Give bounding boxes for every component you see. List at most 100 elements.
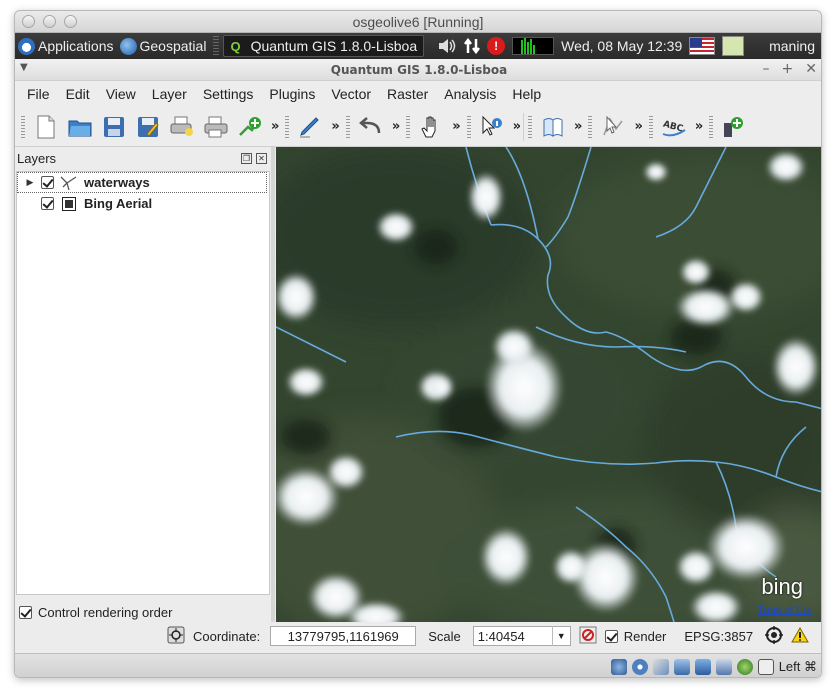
scale-combo[interactable]: 1:40454 ▼ bbox=[472, 626, 571, 646]
menu-raster[interactable]: Raster bbox=[379, 83, 436, 105]
save-project-icon[interactable] bbox=[100, 113, 128, 141]
menu-edit[interactable]: Edit bbox=[58, 83, 98, 105]
taskbar-qgis-button[interactable]: Q Quantum GIS 1.8.0-Lisboa bbox=[223, 35, 425, 57]
coordinate-field[interactable]: 13779795,1161969 bbox=[270, 626, 417, 646]
save-as-icon[interactable] bbox=[134, 113, 162, 141]
toolbar-more-1[interactable]: » bbox=[271, 119, 279, 134]
user-menu[interactable]: maning bbox=[766, 33, 821, 59]
panel-grip bbox=[213, 36, 220, 56]
maximize-icon[interactable]: + bbox=[782, 61, 794, 77]
layer-visibility-checkbox[interactable] bbox=[41, 197, 54, 210]
undo-icon[interactable] bbox=[357, 113, 385, 141]
close-icon[interactable]: ✕ bbox=[805, 61, 817, 77]
crs-status-icon[interactable] bbox=[765, 625, 784, 647]
coordinate-capture-icon[interactable] bbox=[167, 626, 185, 647]
layer-row-bing-aerial[interactable]: Bing Aerial bbox=[17, 193, 269, 214]
minimize-icon[interactable]: – bbox=[763, 61, 770, 77]
clock[interactable]: Wed, 08 May 12:39 bbox=[558, 33, 685, 59]
identify-icon[interactable] bbox=[478, 113, 506, 141]
toolbar-grip[interactable] bbox=[528, 115, 533, 138]
chevron-down-icon[interactable]: ▼ bbox=[551, 626, 570, 646]
menu-file[interactable]: File bbox=[19, 83, 58, 105]
toolbar-grip[interactable] bbox=[21, 115, 25, 138]
optical-drive-icon[interactable] bbox=[631, 658, 648, 675]
toolbar-more-7[interactable]: » bbox=[634, 119, 642, 134]
mouse-integration-icon[interactable] bbox=[757, 658, 774, 675]
toolbar-more-5[interactable]: » bbox=[513, 119, 521, 134]
bing-logo: bing bbox=[761, 574, 803, 599]
volume-icon[interactable] bbox=[434, 33, 460, 59]
main-toolbar: » » » » » » » ABC » bbox=[15, 107, 821, 147]
toolbar-grip[interactable] bbox=[588, 115, 593, 138]
virtualization-icon[interactable] bbox=[736, 658, 753, 675]
task-title: Quantum GIS 1.8.0-Lisboa bbox=[250, 38, 418, 54]
toolbar-grip[interactable] bbox=[648, 115, 653, 138]
digitize-node-icon[interactable] bbox=[599, 113, 627, 141]
terms-of-use-link[interactable]: Terms of Use bbox=[757, 605, 811, 616]
scale-value: 1:40454 bbox=[477, 628, 525, 644]
add-feature-plugin-icon[interactable] bbox=[720, 113, 748, 141]
add-layer-icon[interactable] bbox=[236, 113, 264, 141]
menu-layer[interactable]: Layer bbox=[144, 83, 195, 105]
control-rendering-order-checkbox[interactable] bbox=[19, 605, 32, 619]
map-canvas[interactable]: bing Terms of Use bbox=[276, 147, 821, 622]
menu-help[interactable]: Help bbox=[504, 83, 549, 105]
globe-icon bbox=[119, 37, 137, 55]
hard-disk-icon[interactable] bbox=[610, 658, 627, 675]
toolbar-grip[interactable] bbox=[466, 115, 471, 138]
label-abc-icon[interactable]: ABC bbox=[660, 113, 688, 141]
panel-splitter[interactable] bbox=[271, 147, 275, 622]
new-project-icon[interactable] bbox=[32, 113, 60, 141]
geospatial-menu[interactable]: Geospatial bbox=[117, 33, 210, 59]
toolbar-more-3[interactable]: » bbox=[392, 119, 400, 134]
toolbar-more-6[interactable]: » bbox=[574, 119, 582, 134]
print-icon[interactable] bbox=[202, 113, 230, 141]
menu-plugins[interactable]: Plugins bbox=[261, 83, 323, 105]
expand-arrow-icon[interactable]: ▶ bbox=[23, 178, 37, 188]
shared-folders-icon[interactable] bbox=[694, 658, 711, 675]
render-checkbox[interactable] bbox=[604, 629, 618, 643]
qgis-small-icon: Q bbox=[230, 38, 241, 54]
notes-icon[interactable] bbox=[719, 33, 747, 59]
toolbar-more-8[interactable]: » bbox=[695, 119, 703, 134]
pan-hand-icon[interactable] bbox=[417, 113, 445, 141]
gnome-foot-icon bbox=[18, 37, 35, 55]
top-panel: Applications Geospatial Q Quantum GIS 1.… bbox=[15, 33, 821, 59]
toolbar-grip[interactable] bbox=[345, 115, 350, 138]
open-project-icon[interactable] bbox=[66, 113, 94, 141]
layer-tree[interactable]: ▶ waterways Bing Aerial bbox=[16, 171, 270, 595]
toggle-editing-icon[interactable] bbox=[296, 113, 324, 141]
toolbar-grip[interactable] bbox=[709, 115, 714, 138]
menu-analysis[interactable]: Analysis bbox=[436, 83, 504, 105]
new-print-composer-icon[interactable] bbox=[168, 113, 196, 141]
control-rendering-order-label: Control rendering order bbox=[38, 604, 173, 620]
network-icon[interactable] bbox=[460, 33, 484, 59]
vm-titlebar: osgeolive6 [Running] bbox=[15, 11, 821, 33]
video-capture-icon[interactable] bbox=[715, 658, 732, 675]
close-panel-icon[interactable]: ✕ bbox=[256, 152, 267, 164]
layer-row-waterways[interactable]: ▶ waterways bbox=[17, 172, 267, 193]
menu-vector[interactable]: Vector bbox=[323, 83, 379, 105]
menu-view[interactable]: View bbox=[98, 83, 144, 105]
applications-menu[interactable]: Applications bbox=[15, 33, 117, 59]
epsg-label[interactable]: EPSG:3857 bbox=[684, 629, 753, 644]
toolbar-more-4[interactable]: » bbox=[452, 119, 460, 134]
update-alert-icon[interactable]: ! bbox=[484, 33, 508, 59]
stop-render-icon[interactable] bbox=[579, 626, 597, 647]
layer-name: Bing Aerial bbox=[84, 196, 153, 211]
toolbar-more-2[interactable]: » bbox=[331, 119, 339, 134]
float-panel-icon[interactable]: ❐ bbox=[241, 152, 252, 164]
menu-settings[interactable]: Settings bbox=[195, 83, 262, 105]
qgis-window: ▼ Quantum GIS 1.8.0-Lisboa – + ✕ File Ed… bbox=[15, 59, 821, 677]
help-book-icon[interactable] bbox=[539, 113, 567, 141]
network-adapter-icon[interactable] bbox=[673, 658, 690, 675]
system-monitor-graph[interactable] bbox=[512, 37, 555, 55]
layer-visibility-checkbox[interactable] bbox=[41, 176, 54, 189]
toolbar-grip[interactable] bbox=[406, 115, 411, 138]
usb-icon[interactable] bbox=[652, 658, 669, 675]
vm-title: osgeolive6 [Running] bbox=[352, 14, 484, 30]
us-flag-icon[interactable] bbox=[689, 37, 716, 55]
toolbar-grip[interactable] bbox=[285, 115, 290, 138]
menubar: File Edit View Layer Settings Plugins Ve… bbox=[15, 81, 821, 107]
warning-icon[interactable] bbox=[791, 626, 809, 646]
